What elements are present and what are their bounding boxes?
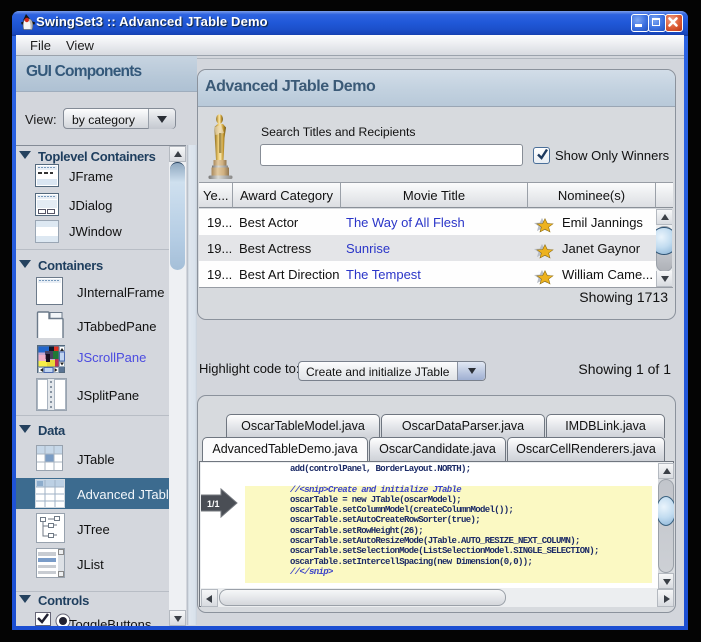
- svg-text:1/1: 1/1: [207, 499, 220, 509]
